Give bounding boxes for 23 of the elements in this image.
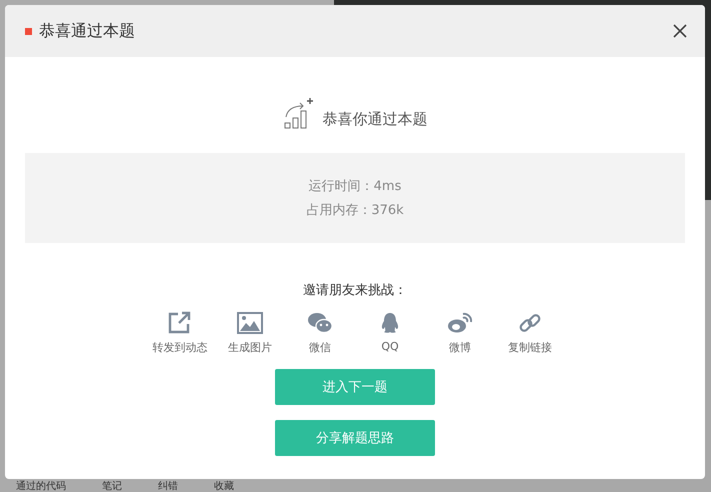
share-option[interactable]: QQ — [358, 311, 422, 355]
image-icon — [237, 311, 263, 335]
share-option[interactable]: 复制链接 — [498, 311, 562, 355]
stat-text: 运行时间：4ms — [308, 178, 402, 195]
share-option[interactable]: 生成图片 — [218, 311, 282, 355]
background-text: 收藏 — [214, 482, 234, 492]
background-text: 纠错 — [158, 482, 178, 492]
share-option[interactable]: 微信 — [288, 311, 352, 355]
success-message: 恭喜你通过本题 — [322, 110, 428, 130]
title-marker-icon — [25, 28, 32, 34]
close-icon[interactable] — [673, 24, 687, 38]
background-text: 通过的代码 — [16, 482, 66, 492]
external-link-icon — [168, 311, 192, 335]
share-option[interactable]: 转发到动态 — [148, 311, 212, 355]
invite-label: 邀请朋友来挑战： — [303, 282, 407, 299]
stat-text: 占用内存：376k — [306, 202, 404, 219]
link-icon — [518, 311, 542, 335]
background-text: 笔记 — [102, 482, 122, 492]
penguin-icon — [380, 311, 400, 335]
weibo-icon — [447, 311, 473, 335]
chat-bubbles-icon — [307, 311, 333, 335]
share-option[interactable]: 微博 — [428, 311, 492, 355]
dialog-title: 恭喜通过本题 — [39, 20, 136, 42]
